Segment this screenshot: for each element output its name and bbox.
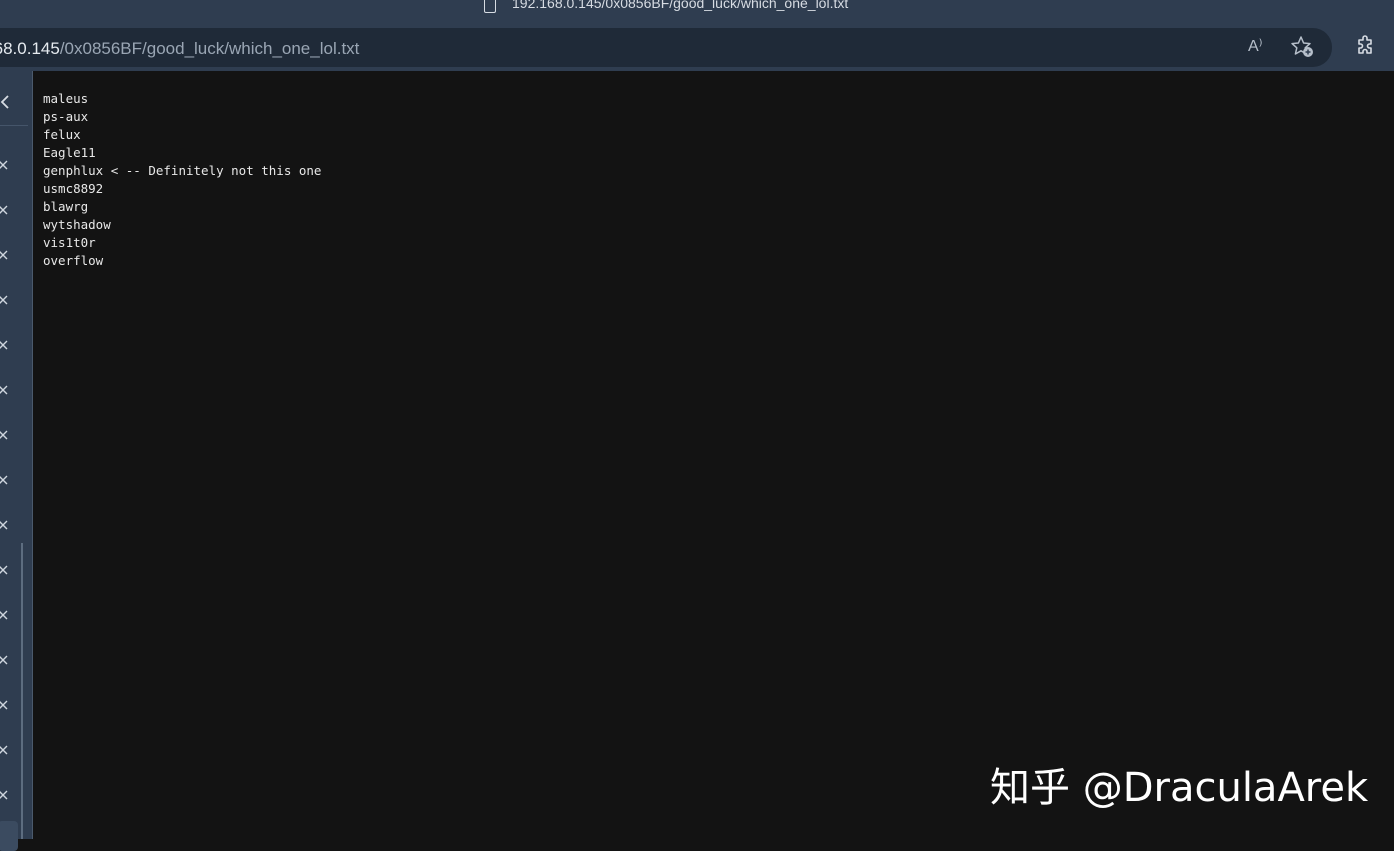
close-icon[interactable] <box>0 428 10 442</box>
window-title-bar: 192.168.0.145/0x0856BF/good_luck/which_o… <box>0 0 1394 24</box>
close-icon[interactable] <box>0 563 10 577</box>
close-icon[interactable] <box>0 608 10 622</box>
text-line: overflow <box>43 253 104 268</box>
close-icon[interactable] <box>0 293 10 307</box>
read-aloud-icon[interactable]: A⁾ <box>1248 36 1263 56</box>
close-icon[interactable] <box>0 473 10 487</box>
close-icon[interactable] <box>0 383 10 397</box>
text-line: maleus <box>43 91 89 106</box>
close-icon[interactable] <box>0 653 10 667</box>
close-icon[interactable] <box>0 788 10 802</box>
browser-toolbar: 2.168.0.145/0x0856BF/good_luck/which_one… <box>0 24 1394 71</box>
close-icon[interactable] <box>0 203 10 217</box>
text-line: wytshadow <box>43 217 111 232</box>
address-bar[interactable]: 2.168.0.145/0x0856BF/good_luck/which_one… <box>0 28 1332 67</box>
url-host: 2.168.0.145 <box>0 39 60 58</box>
close-icon[interactable] <box>0 158 10 172</box>
extensions-icon[interactable] <box>1354 34 1378 58</box>
document-icon <box>484 0 496 13</box>
text-line: vis1t0r <box>43 235 96 250</box>
url-path: /0x0856BF/good_luck/which_one_lol.txt <box>59 39 360 58</box>
text-line: blawrg <box>43 199 89 214</box>
vertical-tabs-sidebar <box>0 71 33 851</box>
text-line: usmc8892 <box>43 181 104 196</box>
watermark: 知乎 @DraculaArek <box>990 765 1369 811</box>
url-text[interactable]: 2.168.0.145/0x0856BF/good_luck/which_one… <box>0 39 359 59</box>
close-icon[interactable] <box>0 518 10 532</box>
close-icon[interactable] <box>0 248 10 262</box>
text-line: genphlux < -- Definitely not this one <box>43 163 322 178</box>
text-line: felux <box>43 127 81 142</box>
page-content: maleus ps-aux felux Eagle11 genphlux < -… <box>33 71 1394 839</box>
sidebar-active-tab[interactable] <box>0 821 18 851</box>
close-icon[interactable] <box>0 698 10 712</box>
sidebar-tab-list <box>0 71 32 839</box>
sidebar-scrollbar[interactable] <box>21 543 23 839</box>
close-icon[interactable] <box>0 743 10 757</box>
text-line: ps-aux <box>43 109 89 124</box>
add-favorite-icon[interactable] <box>1290 34 1316 60</box>
close-icon[interactable] <box>0 338 10 352</box>
text-line: Eagle11 <box>43 145 96 160</box>
text-file-content: maleus ps-aux felux Eagle11 genphlux < -… <box>43 90 321 270</box>
window-title: 192.168.0.145/0x0856BF/good_luck/which_o… <box>512 0 849 11</box>
